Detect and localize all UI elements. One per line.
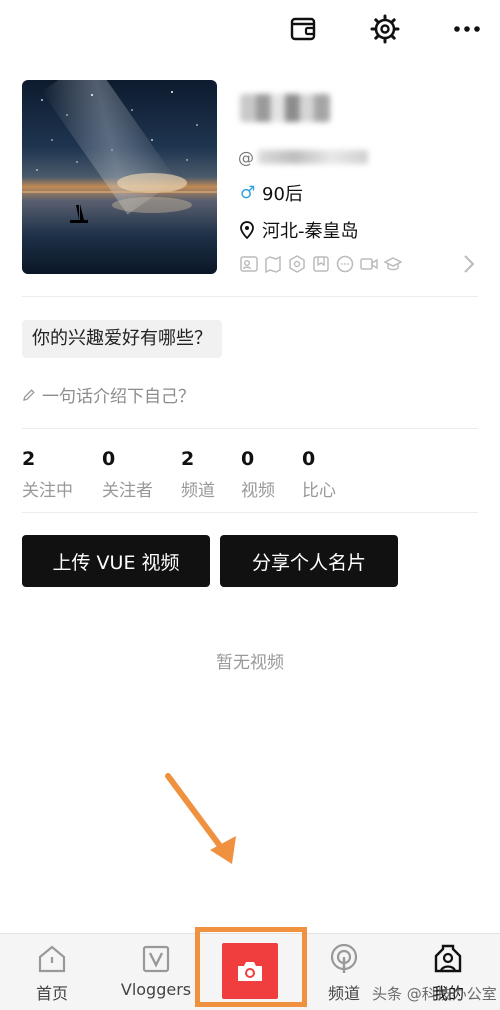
user-id-blurred — [258, 150, 368, 164]
share-profile-card-button[interactable]: 分享个人名片 — [220, 535, 398, 587]
divider — [22, 428, 478, 429]
age-group-text: 90后 — [262, 184, 303, 205]
more-dots-icon[interactable] — [452, 14, 482, 44]
location-row: 河北-秦皇岛 — [240, 217, 359, 243]
nav-vloggers[interactable]: Vloggers — [116, 934, 196, 1010]
self-intro-field[interactable]: 一句话介绍下自己？ — [22, 382, 195, 407]
user-id-prefix: @ — [238, 147, 254, 167]
pencil-icon — [23, 388, 35, 401]
stat-label: 比心 — [302, 481, 336, 501]
nav-home-label: 首页 — [35, 984, 68, 1003]
stat-label: 视频 — [241, 481, 275, 501]
age-group-row: ♂ 90后 — [240, 180, 303, 206]
chat-icon — [336, 255, 354, 273]
stat-followers[interactable]: 0 关注者 — [102, 448, 153, 501]
stat-value: 2 — [22, 448, 36, 470]
top-bar — [0, 0, 500, 60]
stat-following[interactable]: 2 关注中 — [22, 448, 73, 501]
stat-channels[interactable]: 2 频道 — [181, 448, 215, 501]
graduation-cap-icon — [384, 257, 402, 271]
stat-value: 0 — [102, 448, 116, 470]
id-card-icon — [240, 256, 258, 272]
badge-row[interactable] — [240, 253, 480, 275]
self-intro-placeholder: 一句话介绍下自己？ — [42, 387, 195, 407]
stat-value: 0 — [302, 448, 316, 470]
camera-record-button[interactable] — [222, 943, 278, 999]
settings-gear-icon[interactable] — [370, 14, 400, 44]
avatar[interactable] — [22, 80, 217, 274]
location-text: 河北-秦皇岛 — [262, 221, 359, 242]
interests-prompt-chip[interactable]: 你的兴趣爱好有哪些？ — [22, 320, 222, 358]
stat-likes[interactable]: 0 比心 — [302, 448, 336, 501]
video-camera-icon — [360, 258, 378, 270]
annotation-arrow-icon — [165, 773, 236, 864]
nav-vloggers-label: Vloggers — [120, 980, 192, 999]
nav-channels[interactable]: 频道 — [314, 934, 374, 1010]
wallet-icon[interactable] — [288, 14, 318, 44]
watermark-text: 头条 @科技办公室 — [372, 985, 497, 1003]
stat-value: 2 — [181, 448, 195, 470]
stat-label: 频道 — [181, 481, 215, 501]
male-gender-icon: ♂ — [240, 183, 256, 203]
location-pin-icon — [240, 221, 256, 239]
chevron-right-icon[interactable] — [462, 253, 476, 275]
empty-state-text: 暂无视频 — [216, 653, 284, 673]
divider — [22, 512, 478, 513]
camera-icon — [238, 962, 262, 981]
vloggers-icon — [142, 942, 170, 976]
username-blurred — [240, 94, 330, 122]
stat-videos[interactable]: 0 视频 — [241, 448, 275, 501]
hexagon-icon — [289, 255, 305, 273]
channels-icon — [328, 942, 360, 976]
profile-icon — [433, 942, 463, 976]
user-id-row: @ — [238, 146, 368, 168]
home-icon — [37, 942, 67, 976]
stat-value: 0 — [241, 448, 255, 470]
divider — [22, 296, 478, 297]
bookmark-icon — [313, 256, 329, 272]
nav-channels-label: 频道 — [327, 984, 360, 1003]
stat-label: 关注者 — [102, 481, 153, 501]
stat-label: 关注中 — [22, 481, 73, 501]
nav-home[interactable]: 首页 — [22, 934, 82, 1010]
upload-video-button[interactable]: 上传 VUE 视频 — [22, 535, 210, 587]
map-icon — [265, 255, 281, 273]
